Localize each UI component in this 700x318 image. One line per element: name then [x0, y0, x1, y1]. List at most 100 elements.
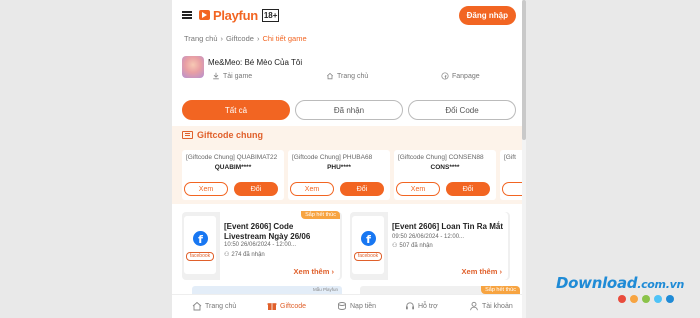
view-button[interactable]: Xem	[290, 182, 334, 196]
giftcode-code: QUABIM****	[214, 164, 252, 171]
play-icon	[199, 10, 210, 20]
breadcrumb: Trang chủ › Giftcode › Chi tiết game	[184, 34, 307, 43]
game-thumbnail[interactable]	[182, 56, 204, 78]
nav-account[interactable]: Tài khoản	[469, 301, 513, 311]
view-button[interactable]: Xem	[184, 182, 228, 196]
playfun-logo[interactable]: Playfun	[199, 8, 258, 23]
giftcode-title: [Giftcode Chung] PHUBA68	[292, 154, 373, 161]
nav-giftcode-label: Giftcode	[280, 302, 307, 310]
view-button[interactable]: Xem	[396, 182, 440, 196]
game-title: Me&Meo: Bé Mèo Của Tôi	[208, 58, 303, 67]
event-card[interactable]: f facebook Sắp hết thúc [Event 2606] Cod…	[182, 211, 342, 280]
source-tag: facebook	[186, 252, 214, 261]
event-card-peek[interactable]: Mẫu Playfun	[192, 286, 342, 294]
watermark-dot	[666, 295, 674, 303]
event-claims: ⚇ 274 đã nhận	[224, 251, 265, 259]
event-date: 10:50 26/06/2024 - 12:00...	[224, 242, 297, 248]
watermark-dot	[630, 295, 638, 303]
giftcode-card: [Giftcode Chung] PHUBA68 PHU**** Xem Đổi	[288, 150, 390, 200]
event-source: f facebook	[184, 216, 216, 274]
age-rating-badge: 18+	[261, 8, 280, 22]
event-card-peek[interactable]: Sắp hết thúc	[360, 286, 520, 294]
see-more-link[interactable]: Xem thêm ›	[294, 267, 334, 276]
event-title: [Event 2606] Loan Tin Ra Mắt	[392, 222, 503, 231]
facebook-icon: f	[193, 231, 208, 246]
nav-giftcode[interactable]: Giftcode	[267, 301, 306, 311]
event-title: [Event 2606] Code Livestream Ngày 26/06	[224, 222, 311, 241]
event-info: Sắp hết thúc [Event 2606] Code Livestrea…	[220, 211, 340, 280]
tab-received[interactable]: Đã nhận	[295, 100, 403, 120]
download-icon	[213, 72, 219, 80]
nav-topup[interactable]: Nạp tiền	[337, 301, 376, 311]
login-button[interactable]: Đăng nhập	[458, 5, 516, 25]
scrollbar[interactable]	[522, 0, 526, 318]
user-icon	[470, 301, 478, 311]
nav-support[interactable]: Hỗ trợ	[405, 301, 438, 311]
tab-all[interactable]: Tất cả	[182, 100, 290, 120]
ending-soon-badge: Sắp hết thúc	[481, 286, 520, 294]
redeem-button[interactable]: Đổi	[446, 182, 490, 196]
breadcrumb-current: Chi tiết game	[262, 34, 307, 43]
menu-icon[interactable]	[182, 11, 192, 19]
logo-text: Playfun	[213, 7, 258, 23]
users-icon: ⚇	[224, 252, 230, 258]
bottom-nav: Trang chủ Giftcode Nạp tiền Hỗ trợ Tài k…	[172, 294, 526, 318]
home-link[interactable]: Trang chủ	[326, 72, 368, 80]
event-claims: ⚇ 507 đã nhận	[392, 242, 433, 250]
scrollbar-thumb[interactable]	[522, 0, 526, 140]
download-watermark: Download.com.vn	[556, 274, 684, 303]
tab-bar: Tất cả Đã nhận Đổi Code	[182, 100, 516, 120]
watermark-text: Download.com.vn	[556, 274, 684, 292]
watermark-dot	[654, 295, 662, 303]
nav-support-label: Hỗ trợ	[418, 302, 438, 310]
event-card[interactable]: f facebook [Event 2606] Loan Tin Ra Mắt …	[350, 212, 510, 280]
see-more-link[interactable]: Xem thêm ›	[462, 267, 502, 276]
nav-home[interactable]: Trang chủ	[192, 301, 236, 311]
download-game-link[interactable]: Tải game	[212, 72, 252, 80]
nav-home-label: Trang chủ	[205, 302, 237, 310]
giftcode-title: [Gift	[504, 154, 516, 161]
home-icon	[326, 72, 334, 80]
claims-count: 507 đã nhận	[399, 242, 433, 249]
event-date: 09:50 26/06/2024 - 12:00...	[392, 234, 465, 240]
watermark-dot	[618, 295, 626, 303]
event-info: [Event 2606] Loan Tin Ra Mắt 09:50 26/06…	[388, 212, 508, 280]
breadcrumb-separator: ›	[256, 34, 260, 43]
source-tag: facebook	[354, 252, 382, 261]
download-label: Tải game	[223, 72, 253, 80]
section-header: Giftcode chung	[182, 130, 263, 140]
giftcode-title: [Giftcode Chung] QUABIMAT22	[186, 154, 278, 161]
home-icon	[192, 301, 202, 311]
facebook-icon: f	[361, 231, 376, 246]
see-more-label: Xem thêm	[461, 267, 498, 276]
facebook-icon	[441, 72, 449, 80]
nav-account-label: Tài khoản	[482, 302, 513, 310]
users-icon: ⚇	[392, 243, 398, 249]
header: Playfun 18+ Đăng nhập	[172, 0, 526, 30]
nav-topup-label: Nạp tiền	[350, 302, 377, 310]
tab-exchange-code[interactable]: Đổi Code	[408, 100, 516, 120]
page: Playfun 18+ Đăng nhập Trang chủ › Giftco…	[172, 0, 526, 318]
breadcrumb-separator: ›	[220, 34, 224, 43]
playfun-tag: Mẫu Playfun	[312, 287, 338, 292]
see-more-label: Xem thêm	[293, 267, 330, 276]
breadcrumb-home[interactable]: Trang chủ	[184, 34, 218, 43]
breadcrumb-giftcode[interactable]: Giftcode	[226, 34, 254, 43]
redeem-button[interactable]: Đổi	[340, 182, 384, 196]
watermark-suffix: .com.vn	[637, 278, 685, 291]
fanpage-link[interactable]: Fanpage	[441, 72, 480, 80]
redeem-button[interactable]: Đổi	[234, 182, 278, 196]
watermark-dots	[618, 295, 684, 303]
event-source: f facebook	[352, 216, 384, 274]
giftcode-code: PHU****	[327, 164, 351, 171]
ticket-icon	[182, 131, 193, 139]
giftcode-section: Giftcode chung [Giftcode Chung] QUABIMAT…	[172, 126, 526, 204]
claims-count: 274 đã nhận	[231, 251, 265, 258]
giftcode-code: CONS****	[430, 164, 460, 171]
watermark-name: Download	[556, 274, 638, 292]
giftcode-title: [Giftcode Chung] CONSEN88	[398, 154, 484, 161]
home-label: Trang chủ	[337, 72, 369, 80]
watermark-dot	[642, 295, 650, 303]
giftcode-card: [Giftcode Chung] CONSEN88 CONS**** Xem Đ…	[394, 150, 496, 200]
gift-icon	[267, 303, 277, 310]
